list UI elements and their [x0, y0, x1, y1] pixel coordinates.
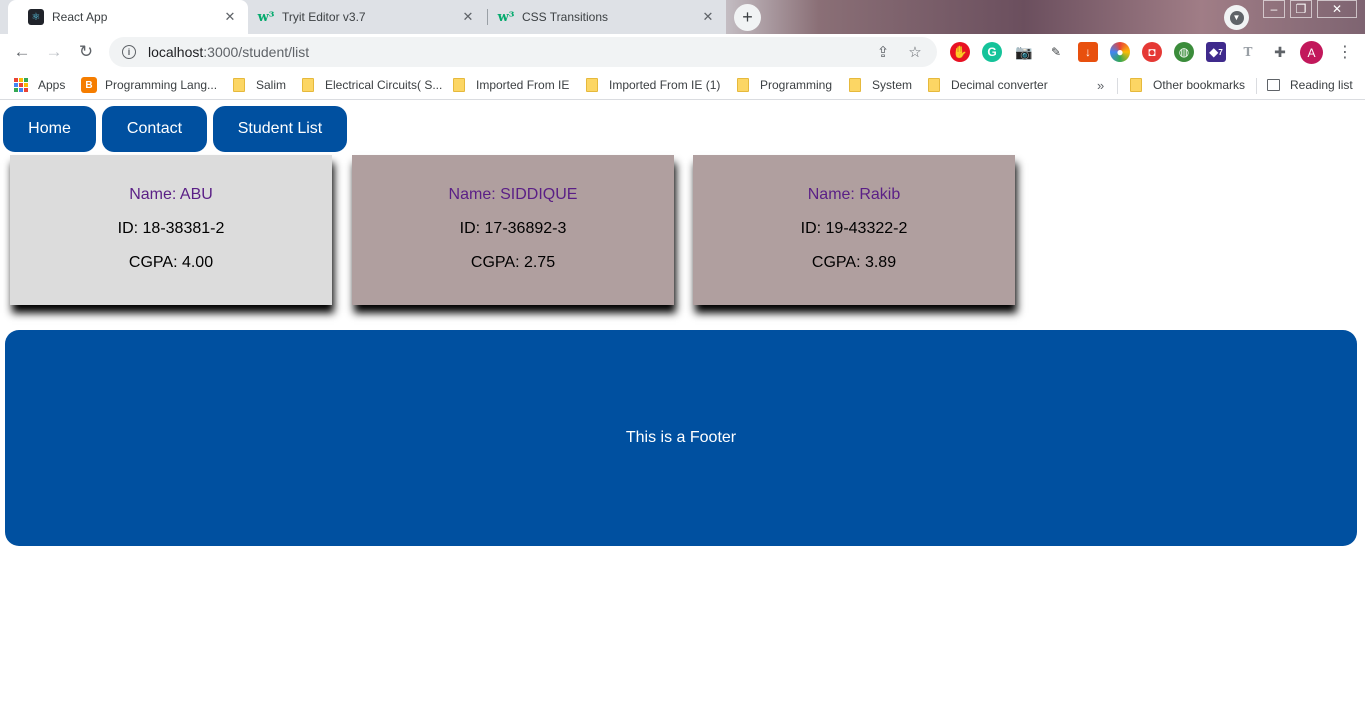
- student-cgpa: CGPA: 3.89: [811, 254, 897, 271]
- folder-icon: [1130, 78, 1142, 92]
- chat-extension-icon[interactable]: ◘: [1142, 42, 1162, 62]
- apps-grid-icon: [14, 78, 28, 92]
- new-tab-button[interactable]: +: [734, 4, 761, 31]
- download-extension-icon[interactable]: ↓: [1078, 42, 1098, 62]
- footer-text: This is a Footer: [625, 429, 737, 446]
- tab-strip: ⚛ React App ✕ w³ Tryit Editor v3.7 ✕ w³ …: [0, 0, 1365, 34]
- react-icon: ⚛: [28, 9, 44, 25]
- bookmark-star-icon[interactable]: ☆: [905, 42, 925, 62]
- bookmark-label: Other bookmarks: [1153, 78, 1246, 92]
- forward-button[interactable]: →: [42, 40, 66, 64]
- student-card[interactable]: Name: Rakib ID: 19-43322-2 CGPA: 3.89: [693, 155, 1015, 305]
- bookmarks-divider: [1117, 78, 1118, 94]
- pen-extension-icon[interactable]: ✎: [1046, 42, 1066, 62]
- bookmark-other-bookmarks[interactable]: Other bookmarks: [1130, 75, 1245, 95]
- bookmarks-bar: Apps B Programming Lang... Salim Electri…: [0, 70, 1365, 100]
- bookmark-label: Programming Lang...: [105, 78, 218, 92]
- student-card[interactable]: Name: SIDDIQUE ID: 17-36892-3 CGPA: 2.75: [352, 155, 674, 305]
- folder-icon: [849, 78, 861, 92]
- address-bar[interactable]: i localhost:3000/student/list ⇪ ☆: [109, 37, 937, 67]
- close-window-button[interactable]: ✕: [1317, 0, 1357, 18]
- tab-react-app[interactable]: ⚛ React App ✕: [8, 0, 248, 34]
- nav-contact-button[interactable]: Contact: [102, 106, 207, 152]
- reading-list-icon: [1267, 79, 1280, 91]
- bookmark-imported-from-ie-1[interactable]: Imported From IE (1): [586, 75, 720, 95]
- nav-student-list-button[interactable]: Student List: [213, 106, 347, 152]
- student-cgpa: CGPA: 4.00: [128, 254, 214, 271]
- nav-home-button[interactable]: Home: [3, 106, 96, 152]
- grammarly-extension-icon[interactable]: G: [982, 42, 1002, 62]
- bookmark-electrical-circuits[interactable]: Electrical Circuits( S...: [302, 75, 442, 95]
- folder-icon: [233, 78, 245, 92]
- bookmark-programming-lang[interactable]: B Programming Lang...: [81, 75, 217, 95]
- folder-icon: [737, 78, 749, 92]
- globe-extension-icon[interactable]: ◍: [1174, 42, 1194, 62]
- bookmark-label: Imported From IE (1): [609, 78, 721, 92]
- student-cgpa: CGPA: 2.75: [470, 254, 556, 271]
- bookmark-imported-from-ie[interactable]: Imported From IE: [453, 75, 569, 95]
- puzzle-icon[interactable]: ✚: [1270, 42, 1290, 62]
- student-card[interactable]: Name: ABU ID: 18-38381-2 CGPA: 4.00: [10, 155, 332, 305]
- student-name: Name: Rakib: [807, 186, 901, 203]
- student-id: ID: 19-43322-2: [800, 220, 908, 237]
- camera-extension-icon[interactable]: 📷: [1014, 42, 1034, 62]
- bookmark-programming[interactable]: Programming: [737, 75, 832, 95]
- bookmark-apps[interactable]: Apps: [14, 75, 65, 95]
- page-footer: This is a Footer: [5, 330, 1357, 546]
- bookmark-label: Salim: [256, 78, 287, 92]
- bookmark-label: Electrical Circuits( S...: [325, 78, 443, 92]
- tab-css-transitions[interactable]: w³ CSS Transitions ✕: [488, 0, 726, 34]
- reload-button[interactable]: ↻: [74, 40, 98, 64]
- text-extension-icon[interactable]: T: [1238, 42, 1258, 62]
- bookmarks-divider: [1256, 78, 1257, 94]
- bookmark-label: Programming: [760, 78, 833, 92]
- student-id: ID: 17-36892-3: [459, 220, 567, 237]
- restore-button[interactable]: ❐: [1290, 0, 1312, 18]
- color-picker-extension-icon[interactable]: ●: [1110, 42, 1130, 62]
- folder-icon: [586, 78, 598, 92]
- url-host: localhost: [148, 44, 204, 60]
- minimize-button[interactable]: –: [1263, 0, 1285, 18]
- student-name: Name: SIDDIQUE: [448, 186, 578, 203]
- url-text[interactable]: localhost:3000/student/list: [148, 44, 873, 60]
- bookmark-salim[interactable]: Salim: [233, 75, 286, 95]
- bookmark-label: Decimal converter: [951, 78, 1048, 92]
- stack-extension-icon[interactable]: ◆ 7: [1206, 42, 1226, 62]
- folder-icon: [928, 78, 940, 92]
- page-content: Home Contact Student List Name: ABU ID: …: [0, 101, 1365, 710]
- tab-title: React App: [52, 10, 108, 24]
- share-icon[interactable]: ⇪: [873, 42, 893, 62]
- folder-icon: [302, 78, 314, 92]
- bookmark-label: Imported From IE: [476, 78, 570, 92]
- info-icon[interactable]: i: [122, 45, 136, 59]
- bookmark-decimal-converter[interactable]: Decimal converter: [928, 75, 1048, 95]
- bookmark-label: Reading list: [1290, 78, 1353, 92]
- bookmark-label: Apps: [38, 78, 66, 92]
- w3schools-icon: w³: [257, 9, 275, 25]
- student-id: ID: 18-38381-2: [117, 220, 225, 237]
- folder-icon: [453, 78, 465, 92]
- reading-list-button[interactable]: Reading list: [1267, 75, 1353, 95]
- close-icon[interactable]: ✕: [222, 9, 238, 25]
- extension-badge: 7: [1218, 47, 1223, 57]
- tab-title: CSS Transitions: [522, 10, 609, 24]
- bookmark-system[interactable]: System: [849, 75, 912, 95]
- url-path: :3000/student/list: [203, 44, 310, 60]
- tab-search-button[interactable]: ▼: [1224, 5, 1249, 30]
- adblock-extension-icon[interactable]: ✋: [950, 42, 970, 62]
- tab-tryit-editor[interactable]: w³ Tryit Editor v3.7 ✕: [248, 0, 486, 34]
- back-button[interactable]: ←: [10, 40, 34, 64]
- w3schools-icon: w³: [497, 9, 515, 25]
- kebab-menu-icon[interactable]: ⋮: [1336, 41, 1354, 63]
- close-icon[interactable]: ✕: [460, 9, 476, 25]
- more-bookmarks-button[interactable]: »: [1097, 75, 1104, 95]
- browser-toolbar: ← → ↻ i localhost:3000/student/list ⇪ ☆ …: [0, 34, 1365, 70]
- close-icon[interactable]: ✕: [700, 9, 716, 25]
- chevron-down-icon: ▼: [1229, 10, 1244, 25]
- bookmark-label: System: [872, 78, 913, 92]
- tab-title: Tryit Editor v3.7: [282, 10, 366, 24]
- profile-avatar[interactable]: A: [1300, 41, 1323, 64]
- blogger-icon: B: [81, 77, 97, 93]
- student-name: Name: ABU: [129, 186, 213, 203]
